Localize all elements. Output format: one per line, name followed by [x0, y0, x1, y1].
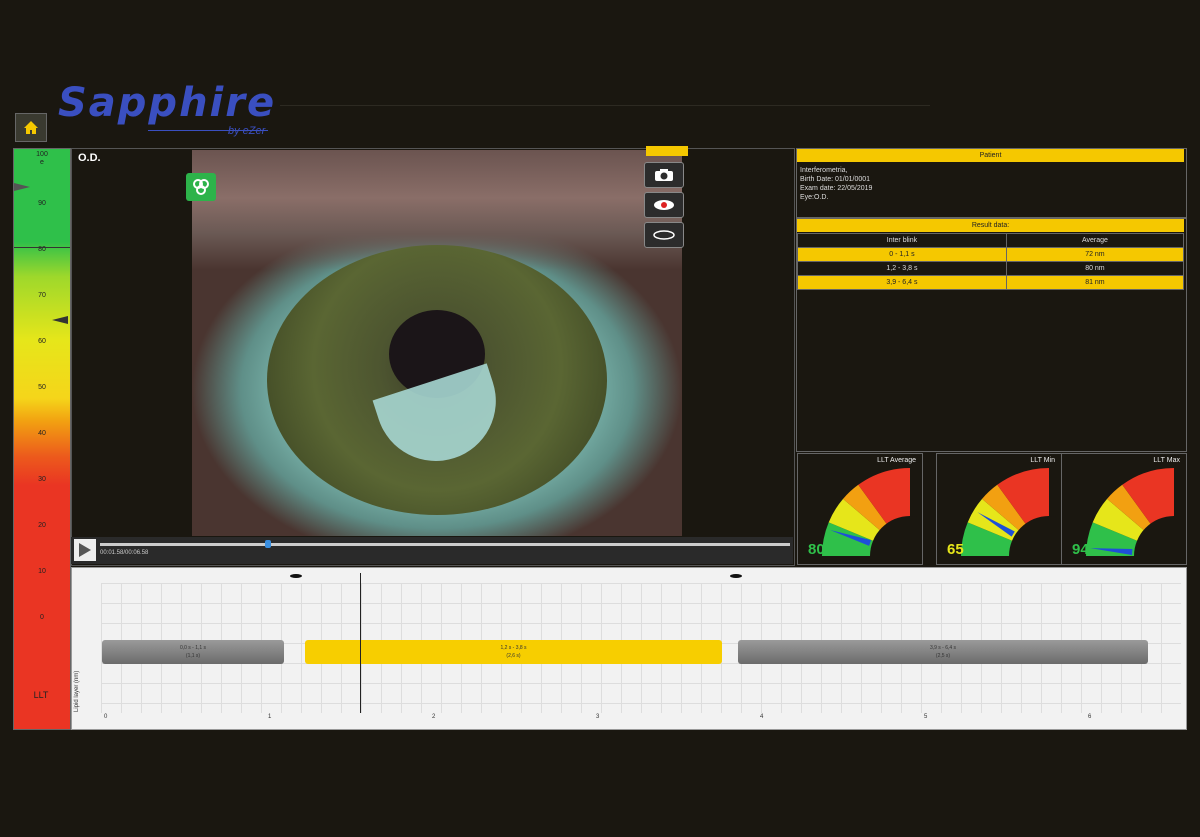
gauge-value: 94	[1072, 541, 1089, 558]
x-tick: 0	[104, 714, 108, 720]
x-tick: 3	[596, 714, 600, 720]
segment-range: 1,2 s - 3,8 s	[500, 645, 527, 651]
gauge-value: 65	[947, 541, 964, 558]
result-row[interactable]: 0 - 1,1 s 72 nm	[797, 247, 1185, 262]
x-tick: 1	[268, 714, 272, 720]
segment-duration: (2,5 s)	[935, 653, 951, 659]
eye-toggle-tab[interactable]	[646, 146, 688, 156]
blink-marker	[730, 574, 742, 578]
llt-avg-marker	[52, 316, 68, 324]
x-tick: 4	[760, 714, 764, 720]
scale-tick: 10	[38, 568, 46, 575]
timeline-y-label: Lipid layer (nm)	[74, 670, 80, 712]
patient-name: Interferometria,	[800, 167, 848, 174]
eye-icon	[653, 230, 675, 240]
result-average: 81 nm	[1005, 275, 1185, 290]
eye-view-button[interactable]	[644, 222, 684, 248]
playback-time: 00:01.58/00:06.58	[100, 550, 149, 556]
patient-header: Patient	[797, 149, 1184, 162]
red-eye-icon	[654, 200, 674, 210]
scale-tick: 60	[38, 338, 46, 345]
patient-info: Interferometria, Birth Date: 01/01/0001 …	[800, 166, 872, 202]
segment-duration: (1,1 s)	[185, 653, 201, 659]
llt-max-gauge: LLT Max 94	[1061, 453, 1187, 565]
scale-tick: 30	[38, 476, 46, 483]
camera-icon	[655, 169, 673, 181]
scale-tick: 100	[36, 151, 48, 158]
segment-range: 3,9 s - 6,4 s	[929, 645, 957, 651]
llt-max-marker	[14, 183, 30, 191]
home-button[interactable]	[15, 113, 47, 142]
app-badge-icon	[186, 173, 216, 201]
play-icon	[79, 543, 91, 557]
x-tick: 2	[432, 714, 436, 720]
scale-tick-small: e	[40, 159, 44, 166]
scale-tick: 40	[38, 430, 46, 437]
result-interval: 0 - 1,1 s	[797, 247, 1007, 262]
scale-tick: 90	[38, 200, 46, 207]
scale-tick: 0	[40, 614, 44, 621]
eye-side-label: O.D.	[78, 152, 101, 164]
redness-button[interactable]	[644, 192, 684, 218]
timeline-segment[interactable]: 0,0 s - 1,1 s (1,1 s)	[102, 640, 284, 664]
brand-sub: by eZer	[228, 125, 266, 137]
x-tick: 6	[1088, 714, 1092, 720]
timeline-cursor[interactable]	[360, 573, 361, 713]
x-tick: 5	[924, 714, 928, 720]
brand-name: Sapphire	[58, 80, 277, 126]
gauge-title: LLT Max	[1153, 457, 1180, 464]
play-button[interactable]	[74, 539, 96, 561]
result-row[interactable]: 3,9 - 6,4 s 81 nm	[797, 275, 1185, 290]
patient-exam-date: Exam date: 22/05/2019	[800, 185, 873, 192]
playback-progress-thumb[interactable]	[265, 540, 271, 548]
result-average: 80 nm	[1005, 261, 1185, 276]
header-divider	[280, 105, 930, 106]
playback-bar	[71, 537, 793, 564]
result-table: Inter blink Average 0 - 1,1 s 72 nm 1,2 …	[797, 233, 1185, 290]
blink-marker	[290, 574, 302, 578]
result-col-header: Average	[1005, 233, 1185, 248]
scale-tick: 70	[38, 292, 46, 299]
scale-tick: 20	[38, 522, 46, 529]
llt-color-scale: 100 e 90 80 70 60 50 40 30 20 10 0	[13, 148, 71, 730]
gauge-value: 80	[808, 541, 825, 558]
llt-scale-label: LLT	[33, 690, 49, 700]
result-interval: 1,2 - 3,8 s	[797, 261, 1007, 276]
segment-range: 0,0 s - 1,1 s	[179, 645, 207, 651]
segment-duration: (2,6 s)	[506, 653, 521, 659]
home-icon	[24, 121, 38, 134]
llt-average-gauge: LLT Average 80	[797, 453, 923, 565]
sapphire-logo: Sapphire by eZer	[58, 80, 288, 140]
result-row[interactable]: 1,2 - 3,8 s 80 nm	[797, 261, 1185, 276]
gauge-title: LLT Min	[1030, 457, 1055, 464]
timeline-segment[interactable]: 3,9 s - 6,4 s (2,5 s)	[738, 640, 1148, 664]
patient-birth-date: Birth Date: 01/01/0001	[800, 176, 871, 183]
eye-video-frame[interactable]	[192, 150, 682, 536]
patient-eye: Eye:O.D.	[800, 194, 829, 201]
snapshot-button[interactable]	[644, 162, 684, 188]
result-header: Result data:	[797, 219, 1184, 232]
timeline-segment-selected[interactable]: 1,2 s - 3,8 s (2,6 s)	[305, 640, 722, 664]
result-col-header: Inter blink	[797, 233, 1007, 248]
playback-progress-track[interactable]	[100, 543, 790, 546]
gauge-title: LLT Average	[877, 457, 916, 464]
llt-min-gauge: LLT Min 65	[936, 453, 1062, 565]
scale-tick: 50	[38, 384, 46, 391]
result-interval: 3,9 - 6,4 s	[797, 275, 1007, 290]
result-average: 72 nm	[1005, 247, 1185, 262]
